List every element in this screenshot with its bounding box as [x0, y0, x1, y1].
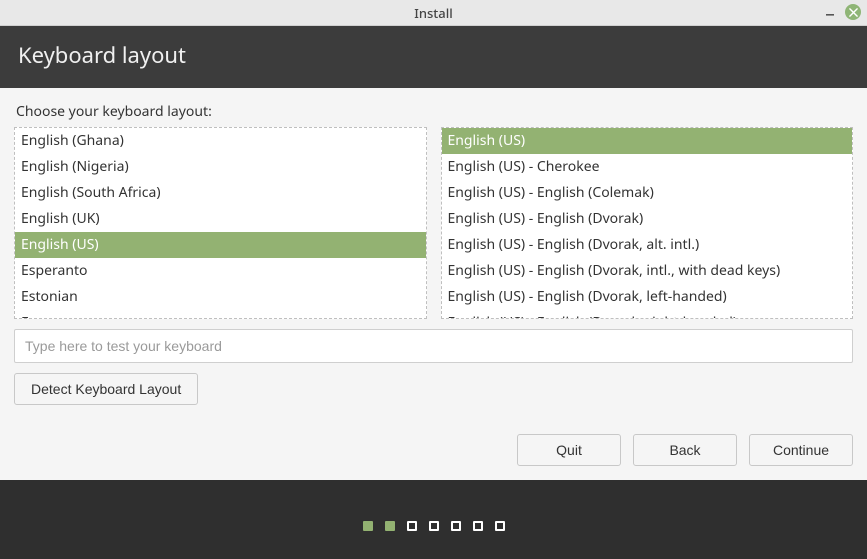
layout-list-right[interactable]: English (US)English (US) - CherokeeEngli…: [441, 127, 854, 319]
pager-dot[interactable]: [451, 521, 461, 531]
titlebar-controls: [823, 4, 861, 20]
window-title: Install: [414, 4, 453, 22]
layout-list-left[interactable]: English (Ghana)English (Nigeria)English …: [14, 127, 427, 319]
right-list-item[interactable]: English (US) - English (Dvorak): [442, 206, 853, 232]
layout-lists: English (Ghana)English (Nigeria)English …: [14, 127, 853, 319]
detect-row: Detect Keyboard Layout: [14, 373, 853, 405]
nav-row: Quit Back Continue: [14, 434, 853, 478]
footer: [0, 480, 867, 559]
left-list-item[interactable]: Faroese: [15, 310, 426, 318]
pager-dot[interactable]: [473, 521, 483, 531]
keyboard-test-input[interactable]: [15, 338, 852, 354]
pager-dot[interactable]: [495, 521, 505, 531]
right-list-item[interactable]: English (US) - English (Dvorak, left-han…: [442, 284, 853, 310]
quit-button[interactable]: Quit: [517, 434, 621, 466]
content: Choose your keyboard layout: English (Gh…: [0, 88, 867, 480]
left-list-item[interactable]: Estonian: [15, 284, 426, 310]
pager-dot[interactable]: [429, 521, 439, 531]
right-list-item[interactable]: English (US): [442, 128, 853, 154]
right-list-item[interactable]: English (US) - Cherokee: [442, 154, 853, 180]
left-list-item[interactable]: English (Nigeria): [15, 154, 426, 180]
left-list-item[interactable]: English (Ghana): [15, 128, 426, 154]
left-list-item[interactable]: English (UK): [15, 206, 426, 232]
back-button[interactable]: Back: [633, 434, 737, 466]
close-button[interactable]: [845, 4, 861, 20]
titlebar: Install: [0, 0, 867, 26]
left-list-item[interactable]: English (South Africa): [15, 180, 426, 206]
left-list-item[interactable]: Esperanto: [15, 258, 426, 284]
right-list-item[interactable]: English (US) - English (Colemak): [442, 180, 853, 206]
right-list-item[interactable]: English (US) - English (Dvorak, intl., w…: [442, 258, 853, 284]
right-list-item[interactable]: English (US) - English (Dvorak, right-ha…: [442, 310, 853, 318]
keyboard-test-input-wrap: [14, 329, 853, 363]
page-header: Keyboard layout: [0, 26, 867, 88]
continue-button[interactable]: Continue: [749, 434, 853, 466]
pager-dot[interactable]: [385, 521, 395, 531]
pager-dot[interactable]: [407, 521, 417, 531]
minimize-button[interactable]: [823, 5, 837, 19]
detect-keyboard-button[interactable]: Detect Keyboard Layout: [14, 373, 198, 405]
page-title: Keyboard layout: [18, 40, 186, 70]
left-list-item[interactable]: English (US): [15, 232, 426, 258]
pager-dot[interactable]: [363, 521, 373, 531]
prompt-label: Choose your keyboard layout:: [16, 102, 853, 121]
pager: [363, 521, 505, 531]
right-list-item[interactable]: English (US) - English (Dvorak, alt. int…: [442, 232, 853, 258]
